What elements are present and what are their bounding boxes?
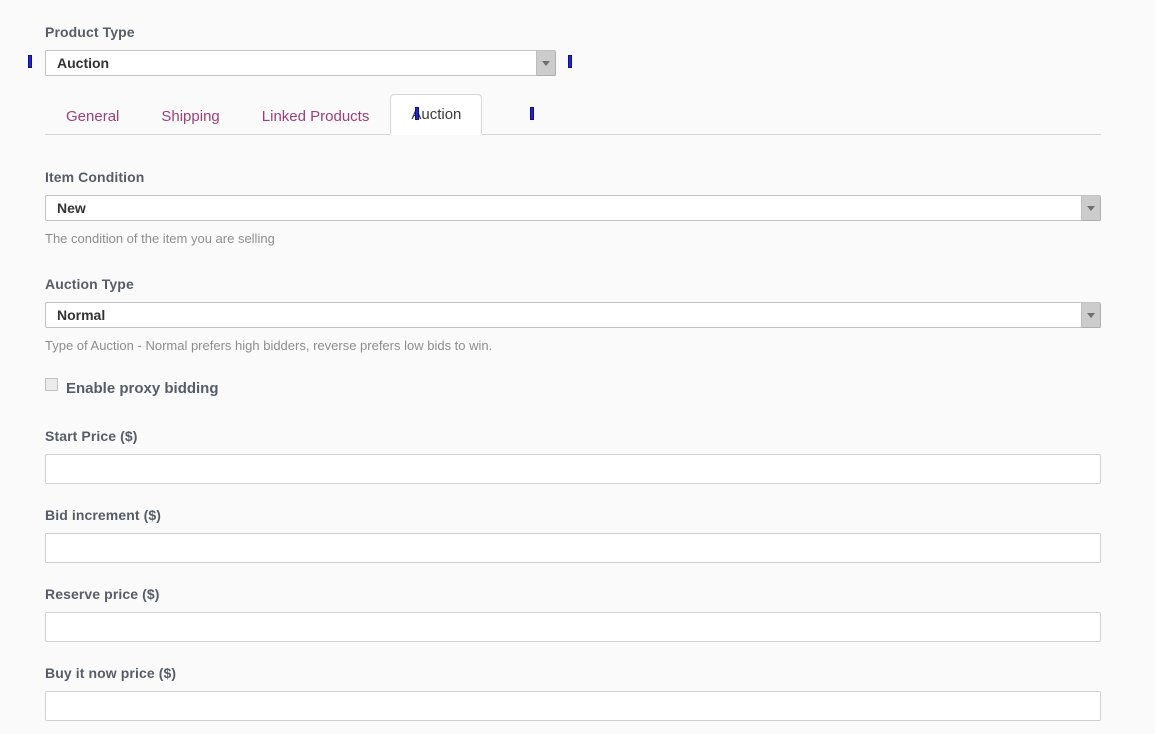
item-condition-help-text: The condition of the item you are sellin…	[45, 231, 275, 246]
auction-type-help-text: Type of Auction - Normal prefers high bi…	[45, 338, 493, 353]
auction-type-select-value[interactable]: Normal	[45, 302, 1101, 328]
bid-increment-field: Bid increment ($)	[45, 506, 1101, 563]
chevron-down-icon[interactable]	[1081, 196, 1100, 220]
chevron-down-glyph	[542, 60, 550, 66]
bid-increment-input[interactable]	[45, 533, 1101, 563]
item-condition-select[interactable]: New	[45, 195, 1101, 221]
product-type-label: Product Type	[45, 24, 135, 40]
product-data-tabs: General Shipping Linked Products Auction	[45, 93, 1101, 135]
buy-it-now-price-label: Buy it now price ($)	[45, 665, 177, 681]
auction-tab-panel: Item Condition New The condition of the …	[45, 168, 1101, 721]
enable-proxy-bidding-label: Enable proxy bidding	[66, 379, 219, 397]
buy-it-now-price-input[interactable]	[45, 691, 1101, 721]
start-price-label: Start Price ($)	[45, 428, 138, 444]
item-condition-label: Item Condition	[45, 169, 145, 185]
tab-general[interactable]: General	[45, 98, 140, 134]
reserve-price-label: Reserve price ($)	[45, 586, 160, 602]
chevron-down-icon[interactable]	[1081, 303, 1100, 327]
bid-increment-label: Bid increment ($)	[45, 507, 162, 523]
selection-marker-right-of-product-type	[568, 55, 572, 68]
buy-it-now-price-field: Buy it now price ($)	[45, 664, 1101, 721]
item-condition-field: Item Condition New The condition of the …	[45, 168, 1101, 247]
selection-marker-left-of-product-type	[28, 55, 32, 68]
start-price-field: Start Price ($)	[45, 427, 1101, 484]
tab-list: General Shipping Linked Products Auction	[45, 93, 1101, 135]
tab-linked-products[interactable]: Linked Products	[241, 98, 391, 134]
auction-type-select[interactable]: Normal	[45, 302, 1101, 328]
reserve-price-input[interactable]	[45, 612, 1101, 642]
product-type-select-value[interactable]: Auction	[45, 50, 556, 76]
auction-type-label: Auction Type	[45, 276, 134, 292]
product-type-field: Product Type Auction	[45, 23, 1101, 76]
selection-marker-after-auction-tab	[530, 107, 534, 120]
start-price-input[interactable]	[45, 454, 1101, 484]
enable-proxy-bidding-checkbox[interactable]	[45, 377, 58, 391]
tab-auction[interactable]: Auction	[390, 94, 483, 135]
chevron-down-glyph	[1087, 205, 1095, 211]
product-type-select[interactable]: Auction	[45, 50, 556, 76]
selection-marker-after-linked-products-tab	[415, 107, 419, 120]
auction-product-form-page: Product Type Auction General Shipping Li…	[0, 0, 1155, 734]
chevron-down-icon[interactable]	[536, 51, 555, 75]
chevron-down-glyph	[1087, 312, 1095, 318]
item-condition-select-value[interactable]: New	[45, 195, 1101, 221]
tab-shipping[interactable]: Shipping	[140, 98, 240, 134]
auction-type-field: Auction Type Normal Type of Auction - No…	[45, 275, 1101, 354]
reserve-price-field: Reserve price ($)	[45, 585, 1101, 642]
enable-proxy-bidding-field[interactable]: Enable proxy bidding	[45, 377, 1101, 399]
